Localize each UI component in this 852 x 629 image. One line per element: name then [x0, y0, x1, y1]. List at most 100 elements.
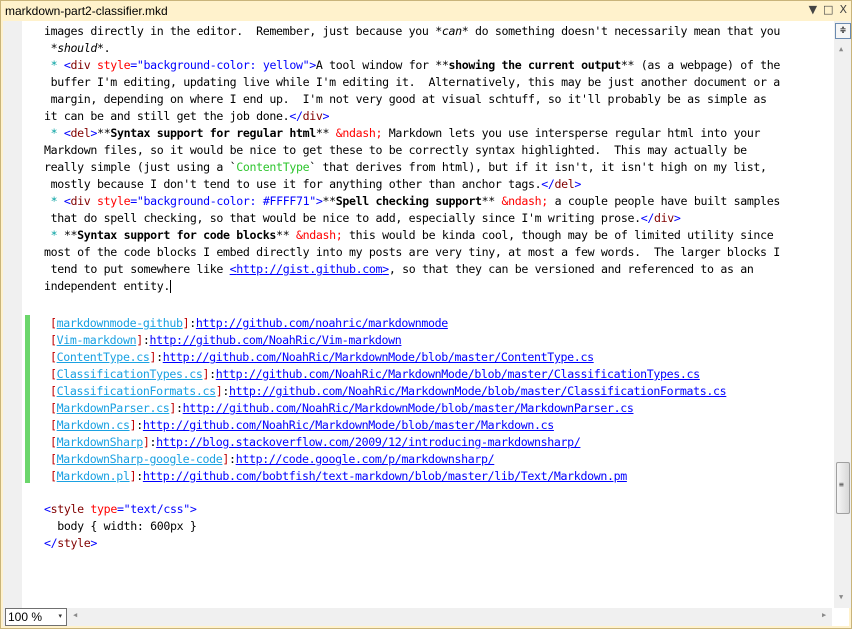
link-reference-name[interactable]: MarkdownSharp-google-code	[57, 452, 223, 466]
text-segment: div	[653, 211, 674, 225]
text-line: * <del>**Syntax support for regular html…	[44, 125, 767, 142]
link-reference-url[interactable]: http://github.com/NoahRic/MarkdownMode/b…	[183, 401, 634, 415]
zoom-level-dropdown[interactable]: 100 % ▾	[5, 608, 67, 626]
scroll-left-icon[interactable]: ◀	[73, 611, 77, 619]
text-segment: margin, depending on where I end up. I'm…	[44, 92, 780, 106]
inline-link[interactable]: http://gist.github.com	[236, 262, 382, 276]
link-reference-url[interactable]: http://github.com/NoahRic/Vim-markdown	[149, 333, 401, 347]
split-window-icon[interactable]: ≑	[835, 23, 851, 39]
text-editor[interactable]: images directly in the editor. Remember,…	[3, 21, 851, 608]
window-menu-dropdown-icon[interactable]: ▼	[809, 3, 817, 16]
link-reference-url[interactable]: http://code.google.com/p/markdownsharp/	[236, 452, 495, 466]
vertical-scrollbar[interactable]: ≑ ▲ ≡ ▼	[834, 21, 851, 608]
text-segment: **	[322, 194, 337, 208]
text-segment: >	[322, 109, 330, 123]
colon: :	[229, 452, 236, 466]
text-line: * **Syntax support for code blocks** &nd…	[44, 227, 780, 244]
link-reference-name[interactable]: ClassificationFormats.cs	[57, 384, 216, 398]
text-line: it can be and still get the job done.</d…	[44, 108, 329, 125]
open-bracket: [	[50, 316, 57, 330]
text-line: that do spell checking, so that would be…	[44, 210, 681, 227]
maximize-icon[interactable]: □	[823, 3, 833, 16]
link-reference-url[interactable]: http://blog.stackoverflow.com/2009/12/in…	[156, 435, 581, 449]
link-reference-name[interactable]: ClassificationTypes.cs	[57, 367, 203, 381]
colon: :	[136, 418, 143, 432]
text-segment: <	[63, 194, 71, 208]
text-segment: >	[309, 58, 316, 72]
text-segment: a couple people have built samples	[547, 194, 781, 208]
link-reference-url[interactable]: http://github.com/NoahRic/MarkdownMode/b…	[229, 384, 727, 398]
text-segment: this would be kinda cool, though may be …	[342, 228, 780, 242]
text-segment: ** (as a webpage) of the	[620, 58, 780, 72]
link-reference-name[interactable]: MarkdownParser.cs	[57, 401, 170, 415]
selection-margin[interactable]	[3, 21, 22, 608]
open-bracket: [	[50, 452, 57, 466]
text-segment: Syntax support for code blocks	[77, 228, 277, 242]
link-reference: [Vim-markdown]:http://github.com/NoahRic…	[50, 332, 402, 349]
colon: :	[189, 316, 196, 330]
text-segment: </	[289, 109, 303, 123]
text-line: * <div style="background-color: yellow">…	[44, 57, 781, 74]
horizontal-scrollbar[interactable]: 100 % ▾ ◀ ▶	[3, 608, 832, 626]
link-reference: [Markdown.pl]:http://github.com/bobtfish…	[50, 468, 627, 485]
link-reference-name[interactable]: Markdown.pl	[57, 469, 130, 483]
text-segment: *	[44, 228, 64, 242]
text-line: most of the code blocks I embed directly…	[44, 244, 780, 261]
css-rule-line: body { width: 600px }	[44, 519, 197, 533]
open-bracket: [	[50, 350, 57, 364]
link-reference: [Markdown.cs]:http://github.com/NoahRic/…	[50, 417, 554, 434]
text-segment: Markdown files, so it would be nice to g…	[44, 143, 747, 157]
text-segment: >	[673, 211, 681, 225]
link-reference-name[interactable]: ContentType.cs	[57, 350, 150, 364]
link-reference-name[interactable]: Markdown.cs	[57, 418, 130, 432]
zoom-level-value: 100 %	[8, 610, 43, 624]
text-segment: *	[44, 58, 64, 72]
open-bracket: [	[50, 435, 57, 449]
style-close-line: </style>	[44, 535, 97, 552]
scroll-down-icon[interactable]: ▼	[839, 593, 843, 601]
text-line: tend to put somewhere like <http://gist.…	[44, 261, 787, 278]
text-segment: &ndash;	[295, 228, 343, 242]
link-reference: [markdownmode-github]:http://github.com/…	[50, 315, 448, 332]
text-segment: "background-color: #FFFF71"	[136, 194, 316, 208]
link-reference-url[interactable]: http://github.com/noahric/markdownmode	[196, 316, 448, 330]
link-reference: [ContentType.cs]:http://github.com/NoahR…	[50, 349, 594, 366]
text-segment: div	[70, 194, 91, 208]
text-segment: independent entity.	[44, 279, 170, 293]
text-line: mostly because I don't tend to use it fo…	[44, 176, 582, 193]
link-reference-url[interactable]: http://github.com/NoahRic/MarkdownMode/b…	[216, 367, 700, 381]
link-reference-name[interactable]: MarkdownSharp	[57, 435, 144, 449]
close-bracket: ]	[169, 401, 176, 415]
text-segment: &ndash;	[501, 194, 549, 208]
editor-content[interactable]: images directly in the editor. Remember,…	[22, 21, 834, 608]
close-icon[interactable]: X	[839, 3, 847, 16]
text-segment: &ndash;	[335, 126, 383, 140]
open-bracket: [	[50, 384, 57, 398]
link-reference-name[interactable]: markdownmode-github	[57, 316, 183, 330]
open-bracket: [	[50, 401, 57, 415]
inline-link[interactable]: >	[382, 262, 389, 276]
text-segment: do something doesn't necessarily mean th…	[468, 24, 780, 38]
text-segment: div	[70, 58, 91, 72]
chevron-down-icon: ▾	[58, 613, 62, 620]
text-line: Markdown files, so it would be nice to g…	[44, 142, 747, 159]
link-reference-url[interactable]: http://github.com/NoahRic/MarkdownMode/b…	[163, 350, 594, 364]
scroll-thumb[interactable]: ≡	[836, 462, 850, 514]
text-segment: it can be and still get the job done.	[44, 109, 290, 123]
text-segment: can	[441, 24, 462, 38]
text-line: images directly in the editor. Remember,…	[44, 23, 780, 40]
link-reference-url[interactable]: http://github.com/bobtfish/text-markdown…	[143, 469, 627, 483]
document-tab[interactable]: markdown-part2-classifier.mkd ▼ □ X	[1, 1, 851, 21]
text-segment: =	[130, 58, 137, 72]
style-tag-part: </	[44, 536, 58, 550]
style-tag-part: <	[44, 502, 51, 516]
scroll-right-icon[interactable]: ▶	[822, 611, 826, 619]
colon: :	[156, 350, 163, 364]
text-segment: </	[640, 211, 655, 225]
link-reference-url[interactable]: http://github.com/NoahRic/MarkdownMode/b…	[143, 418, 554, 432]
scroll-up-icon[interactable]: ▲	[839, 45, 843, 53]
text-segment: mostly because I don't tend to use it fo…	[44, 177, 542, 191]
text-segment: buffer I'm editing, updating live while …	[44, 75, 781, 89]
link-reference-name[interactable]: Vim-markdown	[57, 333, 137, 347]
text-segment: >	[315, 194, 323, 208]
